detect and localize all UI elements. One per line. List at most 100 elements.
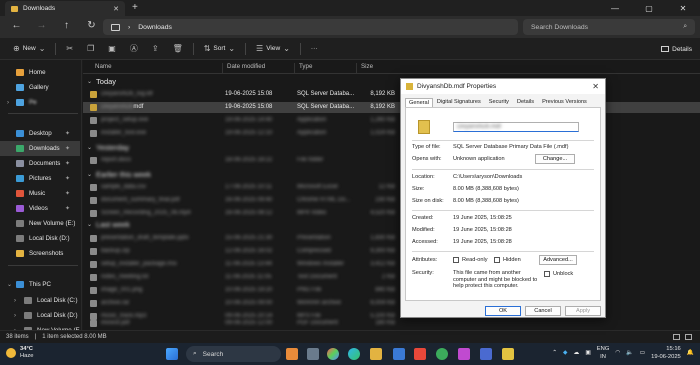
sidebar-item[interactable]: Downloads ✦ bbox=[0, 141, 80, 156]
volume-icon[interactable]: 🔈 bbox=[626, 350, 633, 356]
sidebar-item[interactable]: New Volume (E:) bbox=[0, 216, 80, 231]
search-input[interactable]: Search Downloads ⌕ bbox=[523, 19, 695, 35]
collapse-chevron-icon[interactable]: ⌄ bbox=[87, 78, 92, 85]
sidebar-item[interactable]: › Pe bbox=[0, 95, 80, 110]
edge-icon[interactable] bbox=[348, 348, 360, 360]
breadcrumb-downloads[interactable]: Downloads bbox=[138, 24, 172, 31]
taskbar-search[interactable]: ⌕ Search bbox=[186, 346, 281, 362]
weather-widget[interactable]: 34°C Haze bbox=[6, 346, 34, 360]
task-view-icon[interactable] bbox=[307, 348, 319, 360]
view-button[interactable]: ☰ View ⌄ bbox=[249, 44, 297, 53]
sidebar-item[interactable]: Documents ✦ bbox=[0, 156, 80, 171]
sidebar-item[interactable]: Local Disk (D:) bbox=[0, 231, 80, 246]
tab-general[interactable]: General bbox=[405, 97, 433, 107]
group-header[interactable]: ⌄ Last week bbox=[87, 220, 130, 229]
details-view-icon[interactable] bbox=[673, 334, 680, 340]
store-icon[interactable] bbox=[393, 348, 405, 360]
expand-chevron-icon[interactable]: ⌄ bbox=[7, 281, 12, 288]
tiles-view-icon[interactable] bbox=[685, 334, 692, 340]
sidebar-item[interactable]: ⌄ This PC bbox=[0, 277, 80, 292]
file-row[interactable]: report.docx 18-06-2025 18:22 File folder bbox=[83, 155, 700, 166]
back-button[interactable]: ← bbox=[4, 20, 29, 31]
group-header[interactable]: ⌄ Yesterday bbox=[87, 143, 129, 152]
tab-digital-signatures[interactable]: Digital Signatures bbox=[433, 97, 485, 107]
file-row[interactable]: document_summary_final.pdf 16-06-2025 09:… bbox=[83, 195, 700, 206]
refresh-button[interactable]: ↻ bbox=[79, 20, 104, 31]
tab-security[interactable]: Security bbox=[485, 97, 513, 107]
brave-icon[interactable] bbox=[414, 348, 426, 360]
delete-button[interactable]: 🗑 bbox=[166, 44, 190, 53]
copy-button[interactable]: ❐ bbox=[80, 44, 101, 53]
advanced-button[interactable]: Advanced... bbox=[539, 255, 577, 265]
tray-app-icon-2[interactable]: ☁ bbox=[574, 350, 580, 356]
sidebar-item[interactable]: Gallery bbox=[0, 80, 80, 95]
new-button[interactable]: ⊕ New ⌄ bbox=[6, 44, 52, 53]
tab-previous-versions[interactable]: Previous Versions bbox=[538, 97, 591, 107]
file-row[interactable]: notes_meeting.txt 11-06-2025 11:05 Text Do… bbox=[83, 272, 700, 283]
file-row[interactable]: setup_installer_package.msi 11-06-2025 13… bbox=[83, 259, 700, 270]
sidebar-item[interactable]: Music ✦ bbox=[0, 186, 80, 201]
collapse-chevron-icon[interactable]: ⌄ bbox=[87, 144, 92, 151]
paste-button[interactable]: ▣ bbox=[101, 44, 123, 53]
tray-app-icon[interactable]: ◆ bbox=[563, 350, 567, 356]
file-row[interactable]: installer_tool.exe 19-06-2025 12:10 Applic… bbox=[83, 128, 700, 139]
column-date-modified[interactable]: Date modified bbox=[222, 63, 265, 73]
column-name[interactable]: Name bbox=[83, 63, 112, 73]
share-button[interactable]: ⇪ bbox=[145, 44, 166, 53]
tray-app-icon-3[interactable]: ▣ bbox=[585, 350, 590, 356]
group-header[interactable]: ⌄ Earlier this week bbox=[87, 170, 151, 179]
tab-details[interactable]: Details bbox=[513, 97, 538, 107]
sidebar-item[interactable]: › Local Disk (C:) bbox=[0, 293, 80, 308]
notification-icon[interactable]: 🔔 bbox=[687, 350, 694, 356]
close-dialog-icon[interactable]: ✕ bbox=[592, 82, 599, 91]
file-row[interactable]: presentation_draft_template.pptx 15-06-20… bbox=[83, 233, 700, 244]
app-icon[interactable] bbox=[458, 348, 470, 360]
sidebar-item[interactable]: Screenshots bbox=[0, 246, 80, 261]
minimize-button[interactable]: — bbox=[598, 4, 632, 13]
maximize-button[interactable]: ▢ bbox=[632, 4, 666, 13]
show-hidden-icons[interactable]: ⌃ bbox=[552, 350, 557, 356]
address-bar[interactable]: › Downloads bbox=[103, 19, 518, 35]
file-row[interactable]: DivyanshDb_log.ldf 19-06-2025 15:08 SQL Se… bbox=[83, 89, 700, 100]
apply-button[interactable]: Apply bbox=[565, 306, 601, 316]
group-header[interactable]: ⌄ Today bbox=[87, 77, 116, 86]
battery-icon[interactable]: ▭ bbox=[640, 350, 645, 356]
file-row[interactable]: archive.rar 10-06-2025 09:00 WinRAR archiv… bbox=[83, 298, 700, 309]
file-explorer-icon[interactable] bbox=[370, 348, 382, 360]
collapse-chevron-icon[interactable]: ⌄ bbox=[87, 221, 92, 228]
expand-chevron-icon[interactable]: › bbox=[14, 298, 16, 304]
sidebar-item[interactable]: Videos ✦ bbox=[0, 201, 80, 216]
unblock-checkbox[interactable] bbox=[544, 271, 550, 277]
sidebar-item[interactable]: Home bbox=[0, 65, 80, 80]
file-row[interactable]: Screen_Recording_2025_06.mp4 16-06-2025 0… bbox=[83, 208, 700, 219]
file-row[interactable]: project_setup.exe 19-06-2025 14:40 Applica… bbox=[83, 115, 700, 126]
notes-icon[interactable] bbox=[502, 348, 514, 360]
chrome-icon[interactable] bbox=[436, 348, 448, 360]
new-tab-button[interactable]: + bbox=[132, 2, 138, 13]
column-size[interactable]: Size bbox=[356, 63, 373, 73]
sidebar-item[interactable]: Desktop ✦ bbox=[0, 126, 80, 141]
file-row[interactable]: DivyanshDbmdf 19-06-2025 15:08 SQL Server … bbox=[83, 102, 700, 113]
change-button[interactable]: Change... bbox=[535, 154, 575, 164]
more-options-button[interactable]: ··· bbox=[304, 45, 325, 52]
up-button[interactable]: ↑ bbox=[54, 20, 79, 31]
ok-button[interactable]: OK bbox=[485, 306, 521, 316]
expand-chevron-icon[interactable]: › bbox=[14, 313, 16, 319]
rename-button[interactable]: Ⓐ bbox=[123, 43, 145, 54]
clock[interactable]: 15:16 19-06-2025 bbox=[651, 345, 681, 361]
file-row[interactable]: invoice.pdf 09-06-2025 12:00 PDF Document 1… bbox=[83, 318, 700, 329]
read-only-checkbox[interactable] bbox=[453, 257, 459, 263]
sidebar-item[interactable]: › Local Disk (D:) bbox=[0, 308, 80, 323]
start-icon[interactable] bbox=[166, 348, 178, 360]
close-tab-icon[interactable]: ✕ bbox=[113, 5, 119, 13]
sidebar-item[interactable]: Pictures ✦ bbox=[0, 171, 80, 186]
close-window-button[interactable]: ✕ bbox=[666, 4, 700, 13]
file-row[interactable]: backup.zip 12-06-2025 16:02 Compressed 9,30… bbox=[83, 246, 700, 257]
language-indicator[interactable]: ENG IN bbox=[597, 345, 610, 361]
cut-button[interactable]: ✂ bbox=[59, 44, 80, 53]
file-row[interactable]: sample_data.csv 17-06-2025 10:11 Microsoft… bbox=[83, 182, 700, 193]
copilot-icon[interactable] bbox=[327, 348, 339, 360]
widget-icon[interactable] bbox=[286, 348, 298, 360]
cancel-button[interactable]: Cancel bbox=[525, 306, 561, 316]
expand-chevron-icon[interactable]: › bbox=[7, 100, 9, 106]
